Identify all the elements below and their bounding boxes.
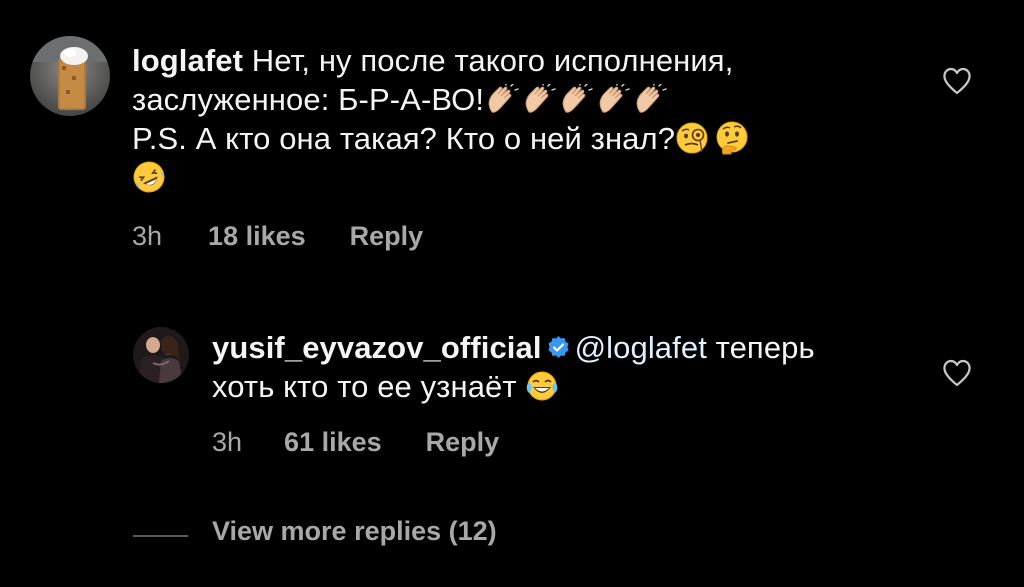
face-with-monocle-icon bbox=[675, 121, 709, 156]
verified-badge-icon bbox=[548, 336, 569, 358]
reply-likes-count[interactable]: 61 likes bbox=[284, 427, 382, 458]
view-more-divider bbox=[133, 535, 188, 537]
thinking-face-icon bbox=[715, 121, 749, 156]
reply-timestamp: 3h bbox=[212, 427, 243, 457]
heart-outline-icon[interactable] bbox=[942, 359, 972, 387]
view-more-replies-button[interactable]: View more replies (12) bbox=[212, 516, 497, 547]
comment-timestamp: 3h bbox=[132, 221, 163, 251]
reply-reply-button[interactable]: Reply bbox=[426, 427, 500, 458]
reply-line-1: теперь bbox=[715, 330, 815, 365]
comment-text: loglafet Нет, ну после такого исполнения… bbox=[132, 41, 892, 197]
reply-text: yusif_eyvazov_official @loglafet теперь х… bbox=[212, 328, 912, 406]
comment-line-2: заслуженное: Б-Р-А-ВО! bbox=[132, 82, 485, 117]
face-with-tears-of-joy-icon bbox=[525, 369, 559, 404]
comment-reply-button[interactable]: Reply bbox=[350, 221, 424, 252]
comment-line-1: Нет, ну после такого исполнения, bbox=[251, 43, 734, 78]
comment-line-3: P.S. А кто она такая? Кто о ней знал? bbox=[132, 121, 676, 156]
comments-screen: loglafet Нет, ну после такого исполнения… bbox=[0, 0, 1024, 587]
clapping-hands-icon bbox=[484, 82, 669, 117]
reply-mention-link[interactable]: @loglafet bbox=[575, 330, 707, 365]
heart-outline-icon[interactable] bbox=[942, 67, 972, 95]
comment-meta: 3h 18 likes Reply bbox=[132, 221, 423, 252]
reply-username[interactable]: yusif_eyvazov_official bbox=[212, 330, 542, 365]
avatar[interactable] bbox=[30, 36, 110, 116]
comment-username[interactable]: loglafet bbox=[132, 43, 243, 78]
comment-likes-count[interactable]: 18 likes bbox=[208, 221, 306, 252]
rolling-on-floor-laughing-icon bbox=[132, 160, 166, 195]
reply-avatar[interactable] bbox=[133, 327, 189, 383]
reply-line-2: хоть кто то ее узнаёт bbox=[212, 369, 517, 404]
reply-meta: 3h 61 likes Reply bbox=[212, 427, 499, 458]
